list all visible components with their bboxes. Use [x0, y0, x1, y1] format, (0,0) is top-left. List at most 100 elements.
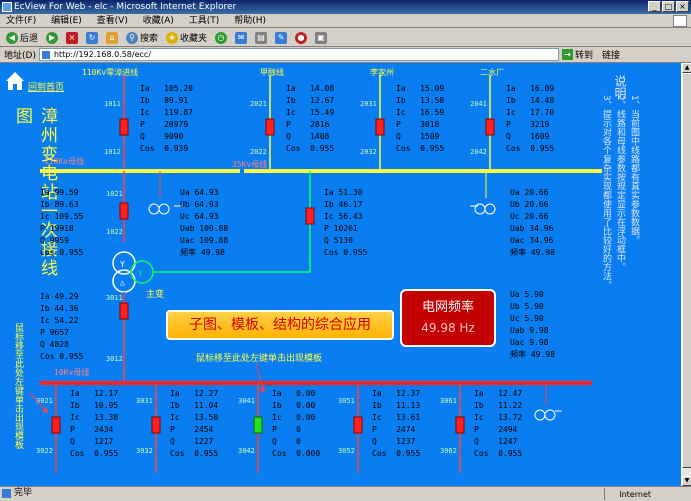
main-tx-10-meas-row: Ic 54.22	[40, 316, 79, 325]
pt-10kv-symbol[interactable]	[534, 383, 562, 421]
switch-id-2021: 2021	[250, 100, 267, 108]
menu-tools[interactable]: 工具(T)	[183, 14, 226, 28]
feeder-name-1[interactable]: 甲醇线	[260, 67, 284, 77]
breaker-3011[interactable]	[119, 302, 129, 320]
meas-key: Ib	[140, 96, 165, 105]
breaker-3041[interactable]	[253, 416, 263, 434]
meas-Ia: Ia 16.09	[506, 83, 554, 95]
forward-button[interactable]: ▶	[44, 31, 60, 44]
menu-help[interactable]: 帮助(H)	[228, 14, 272, 28]
breaker-3021[interactable]	[51, 416, 61, 434]
links-button[interactable]: 链接	[602, 48, 620, 61]
menu-file[interactable]: 文件(F)	[0, 14, 42, 28]
meas-value: 3018	[420, 120, 440, 129]
meas-value: 0.00	[296, 401, 316, 410]
feeder-meas-3041: Ia 0.00 Ib 0.00 Ic 0.00 P 0Q 0 Cos 0.000	[272, 388, 320, 460]
home-link[interactable]: 回到首页	[28, 81, 64, 93]
home-button[interactable]: ⌂	[104, 31, 120, 44]
breaker-2041[interactable]	[485, 118, 495, 136]
research-button[interactable]: ▣	[313, 31, 329, 44]
meas-value: 20979	[164, 120, 189, 129]
meas-value: 11.13	[396, 401, 421, 410]
switch-id-3061: 3061	[440, 397, 457, 405]
main-tx-10-meas-row: Cos 0.955	[40, 352, 84, 361]
main-tx-10-meas-row: P 9657	[40, 328, 69, 337]
edit-button[interactable]: ✎	[273, 31, 289, 44]
breaker-35kv-main[interactable]	[305, 207, 315, 225]
help-line-3: 3、提示对各个复杂实现都使用了比较好的方法。	[601, 95, 611, 290]
favorites-button[interactable]: ★ 收藏夹	[164, 31, 209, 44]
feeder-name-3[interactable]: 二水厂	[480, 67, 504, 77]
menu-favorites[interactable]: 收藏(A)	[137, 14, 180, 28]
stop-button[interactable]: ×	[64, 31, 80, 44]
breaker-2031[interactable]	[375, 118, 385, 136]
meas-Ia: Ia 14.08	[286, 83, 334, 95]
messenger-button[interactable]: ●	[293, 31, 309, 44]
meas-Ic: Ic 15.49	[286, 107, 334, 119]
meas-value: 1408	[310, 132, 330, 141]
meas-key: P	[170, 425, 195, 434]
close-button[interactable]: ×	[676, 1, 689, 12]
breaker-3031[interactable]	[151, 416, 161, 434]
breaker-3061[interactable]	[455, 416, 465, 434]
main-tx-110-meas-row: Ic 109.55	[40, 212, 84, 221]
address-input[interactable]: http://192.168.0.58/ecc/	[38, 48, 559, 61]
address-bar: 地址(D) http://192.168.0.58/ecc/ → 转到 链接	[0, 47, 691, 63]
meas-value: 1217	[94, 437, 114, 446]
breaker-3051[interactable]	[353, 416, 363, 434]
pt-35kv-symbol[interactable]	[470, 171, 496, 215]
mail-button[interactable]: ✉	[233, 31, 249, 44]
meas-value: 12.47	[498, 389, 523, 398]
switch-id-3022: 3022	[36, 447, 53, 455]
breaker-1011[interactable]	[119, 118, 129, 136]
tx-35-meas-row: Cos 0.955	[324, 248, 368, 257]
refresh-button[interactable]: ↻	[84, 31, 100, 44]
meas-key: Ib	[70, 401, 95, 410]
maximize-button[interactable]: □	[662, 1, 675, 12]
bus-110-voltage-row: Ub 64.93	[180, 200, 219, 209]
menu-edit[interactable]: 编辑(E)	[45, 14, 88, 28]
feeder-name-0[interactable]: 110Kv零漳进线	[82, 67, 138, 77]
messenger-icon: ●	[295, 31, 308, 44]
search-button[interactable]: ⚲ 搜索	[124, 31, 160, 44]
breaker-2021[interactable]	[265, 118, 275, 136]
meas-key: Ib	[396, 96, 421, 105]
menu-view[interactable]: 查看(V)	[91, 14, 134, 28]
svg-text:3011: 3011	[106, 294, 123, 302]
feeder-meas-3061: Ia 12.47 Ib 11.22 Ic 13.72 P 2494 Q 1247 Cos …	[474, 388, 522, 460]
meas-value: 0.000	[296, 449, 321, 458]
breaker-1021[interactable]	[119, 202, 129, 220]
home-house-icon[interactable]	[6, 72, 24, 90]
history-button[interactable]: ◷	[213, 31, 229, 44]
minimize-button[interactable]: _	[648, 1, 661, 12]
meas-Ib: Ib 11.13	[372, 400, 420, 412]
meas-Ic: Ic 0.00	[272, 412, 320, 424]
meas-Ia: Ia 12.17	[70, 388, 118, 400]
go-button[interactable]: → 转到	[561, 48, 593, 61]
meas-key: P	[474, 425, 499, 434]
scroll-up-icon[interactable]: ▲	[682, 63, 691, 73]
meas-P: P 3219	[506, 119, 554, 131]
pt-110kv-symbol[interactable]	[148, 171, 183, 215]
svg-text:1021: 1021	[106, 190, 123, 198]
toolbar: ◀ 后退 ▶ × ↻ ⌂ ⚲ 搜索 ★ 收藏夹 ◷ ✉ ▤ ✎ ● ▣	[0, 29, 691, 47]
print-button[interactable]: ▤	[253, 31, 269, 44]
meas-Ic: Ic 17.70	[506, 107, 554, 119]
meas-value: 13.58	[420, 96, 445, 105]
meas-value: 12.17	[94, 389, 119, 398]
scroll-thumb[interactable]	[682, 73, 691, 468]
history-icon: ◷	[215, 31, 228, 44]
bus-35-voltage-row: Uac 34.96	[510, 236, 554, 245]
back-button[interactable]: ◀ 后退	[4, 31, 40, 44]
bus-110-voltage: Ua 64.93 Ub 64.93 Uc 64.93 Uab 109.88 Uac 10…	[180, 187, 228, 259]
feeder-name-2[interactable]: 李家州	[370, 67, 394, 77]
main-tx-110-meas: Ia 99.59 Ib 89.63 Ic 109.55 P 19918 Q 9959 Co…	[40, 187, 83, 259]
meas-P: P 20979	[140, 119, 193, 131]
meas-Q: Q 1509	[396, 131, 444, 143]
scroll-down-icon[interactable]: ▼	[682, 476, 691, 486]
research-icon: ▣	[315, 31, 328, 44]
vertical-scrollbar[interactable]: ▲ ▼	[681, 63, 691, 486]
main-tx-10-meas-row: Q 4828	[40, 340, 69, 349]
meas-P: P 2494	[474, 424, 522, 436]
meas-value: 1227	[194, 437, 214, 446]
